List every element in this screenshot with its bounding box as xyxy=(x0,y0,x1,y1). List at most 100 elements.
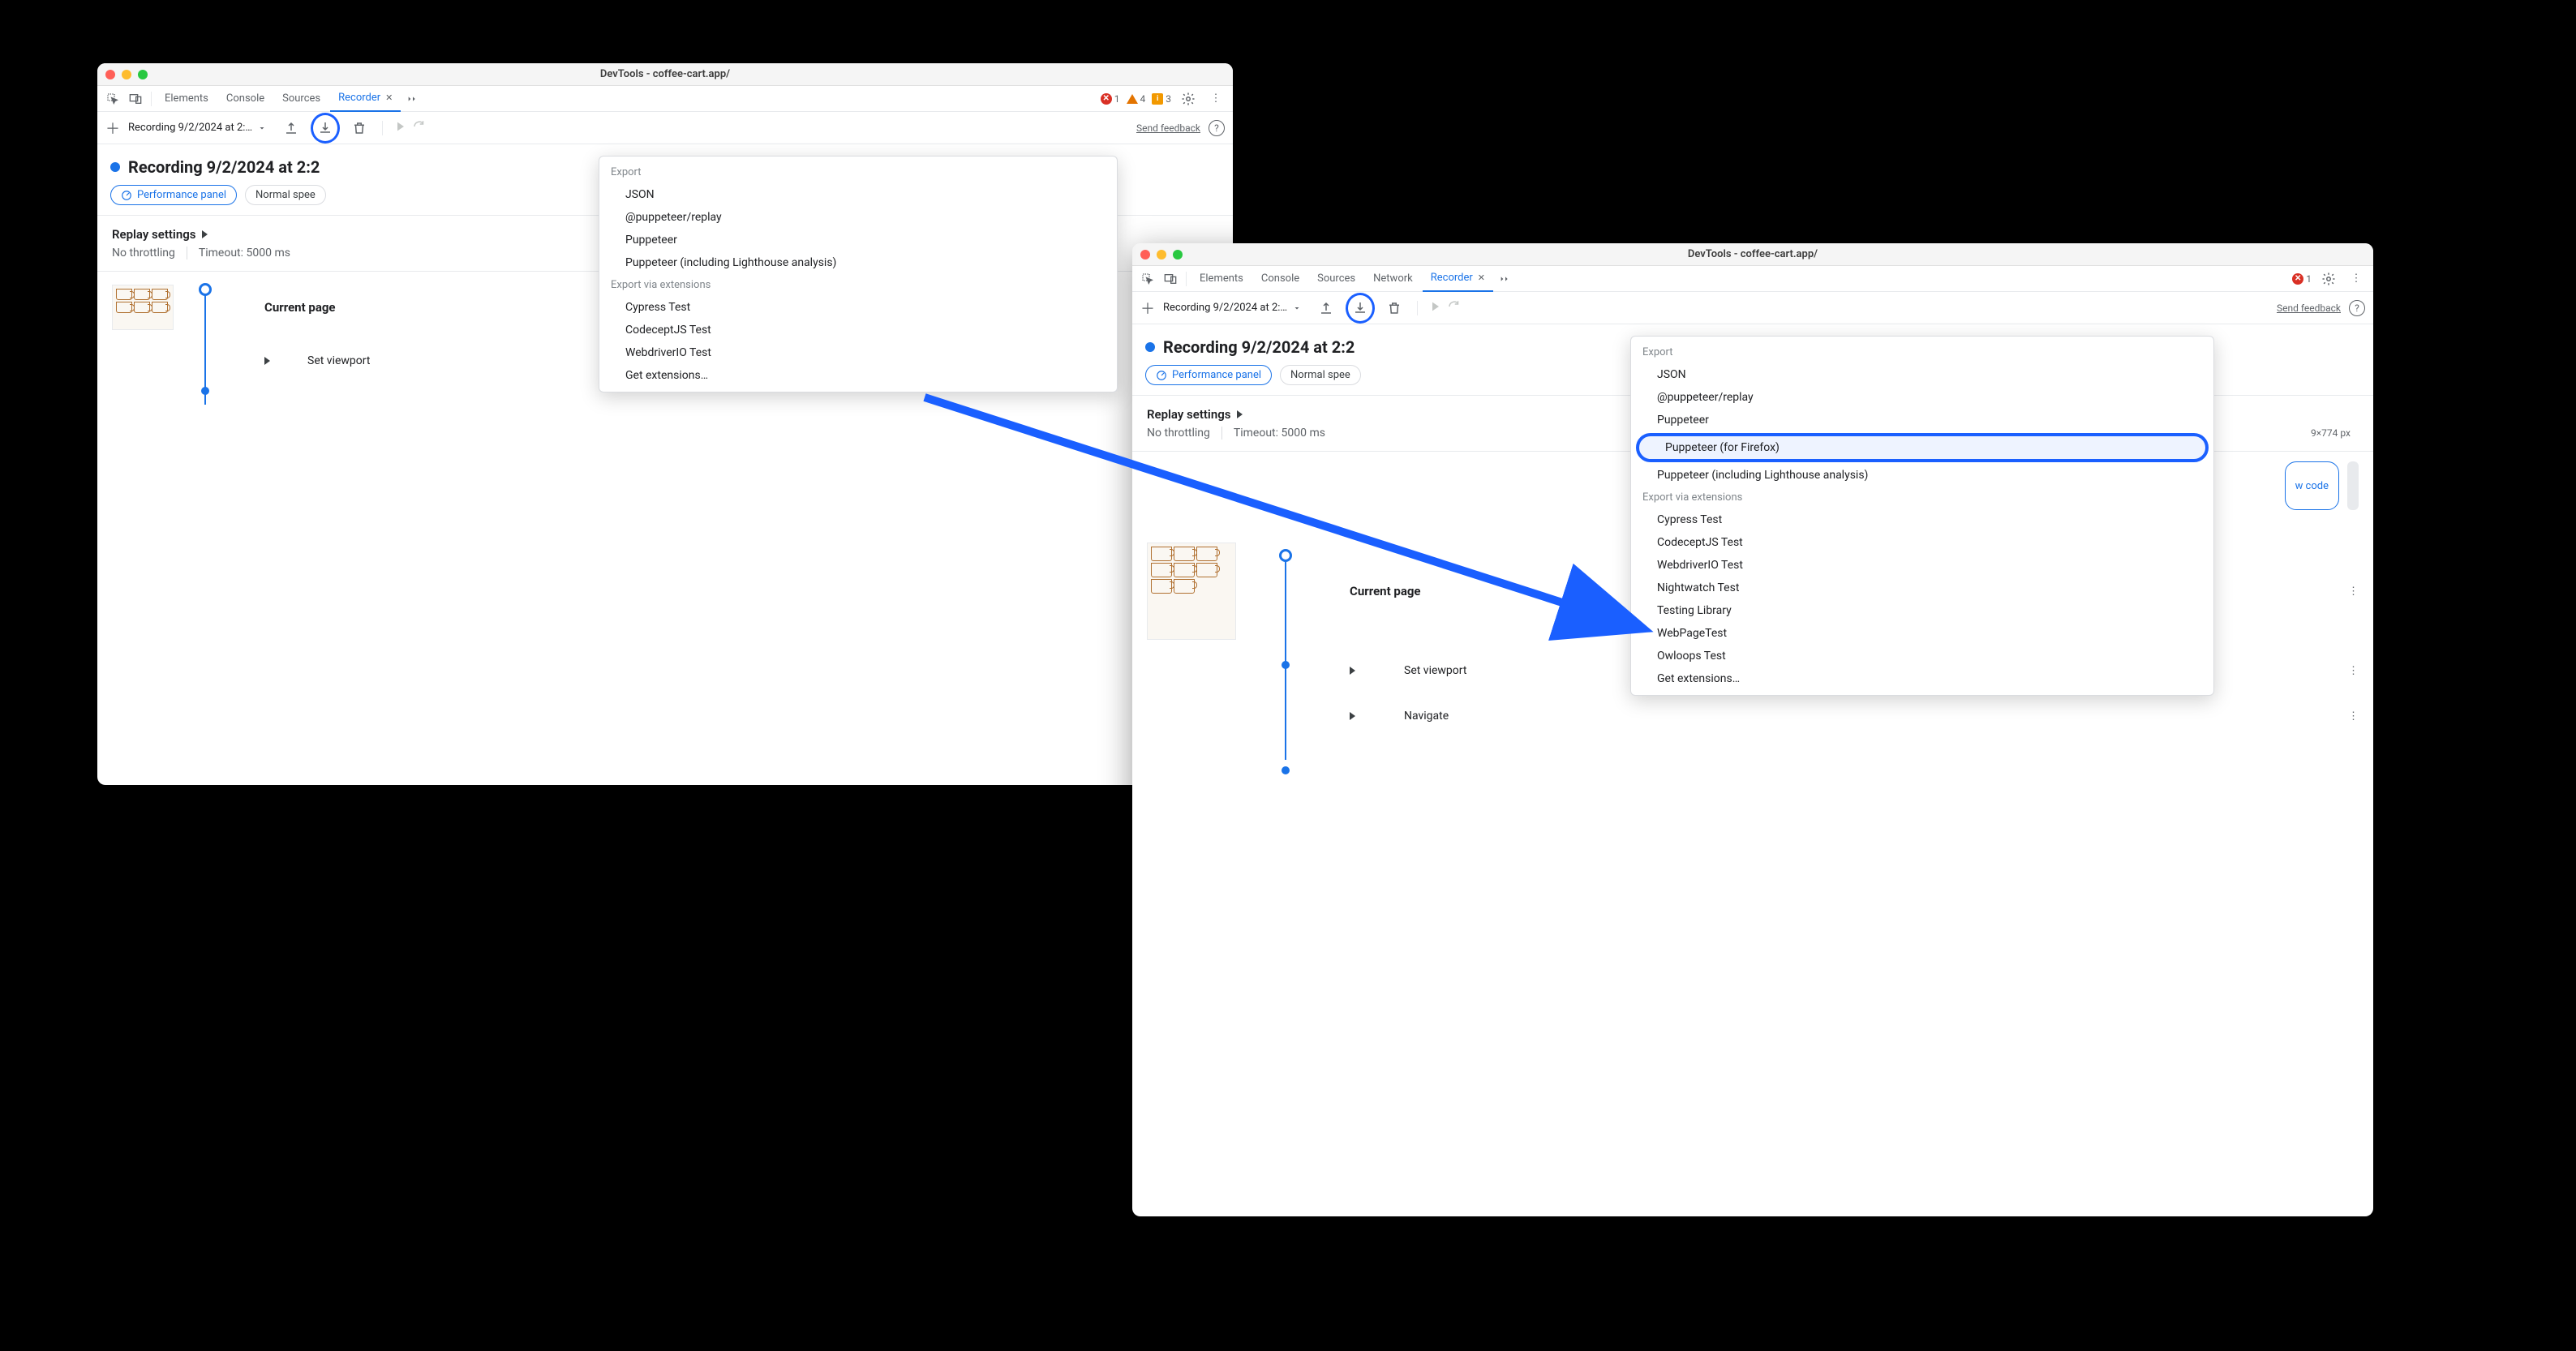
step-over-icon[interactable] xyxy=(412,119,427,137)
tab-console[interactable]: Console xyxy=(1253,266,1307,292)
page-thumbnail xyxy=(112,285,174,330)
tab-recorder[interactable]: Recorder ✕ xyxy=(330,86,401,112)
export-codeceptjs[interactable]: CodeceptJS Test xyxy=(1631,531,2213,554)
send-feedback-link[interactable]: Send feedback xyxy=(1136,122,1200,134)
maximize-window-icon[interactable] xyxy=(1173,250,1183,259)
export-header: Export xyxy=(1631,341,2213,363)
scrollbar[interactable] xyxy=(2347,461,2359,510)
export-puppeteer-firefox[interactable]: Puppeteer (for Firefox) xyxy=(1636,433,2209,462)
recording-select[interactable]: Recording 9/2/2024 at 2:… xyxy=(1163,302,1307,314)
export-owloops[interactable]: Owloops Test xyxy=(1631,645,2213,667)
help-icon[interactable]: ? xyxy=(2349,300,2365,316)
export-puppeteer-replay[interactable]: @puppeteer/replay xyxy=(599,206,1117,229)
errors-count[interactable]: ✕ 1 xyxy=(2292,273,2312,285)
separator xyxy=(151,92,152,106)
info-icon: i xyxy=(1152,93,1163,105)
play-controls xyxy=(394,119,427,137)
recording-select[interactable]: Recording 9/2/2024 at 2:… xyxy=(128,122,272,134)
tab-sources[interactable]: Sources xyxy=(1309,266,1363,292)
new-recording-button[interactable]: ＋ xyxy=(105,118,120,139)
export-webpagetest[interactable]: WebPageTest xyxy=(1631,622,2213,645)
tab-recorder[interactable]: Recorder ✕ xyxy=(1423,266,1493,292)
export-puppeteer-lighthouse[interactable]: Puppeteer (including Lighthouse analysis… xyxy=(1631,464,2213,487)
export-puppeteer-lighthouse[interactable]: Puppeteer (including Lighthouse analysis… xyxy=(599,251,1117,274)
separator xyxy=(1186,272,1187,286)
export-webdriverio[interactable]: WebdriverIO Test xyxy=(1631,554,2213,577)
kebab-menu-icon[interactable]: ⋮ xyxy=(1205,88,1226,109)
recorder-toolbar: ＋ Recording 9/2/2024 at 2:… Send feedbac… xyxy=(1132,292,2373,324)
tab-elements[interactable]: Elements xyxy=(1191,266,1252,292)
export-json[interactable]: JSON xyxy=(599,183,1117,206)
tab-console[interactable]: Console xyxy=(218,86,273,112)
tabstrip: Elements Console Sources Network Recorde… xyxy=(1132,266,2373,292)
error-icon: ✕ xyxy=(1101,93,1112,105)
inspect-element-icon[interactable] xyxy=(102,88,123,109)
export-puppeteer[interactable]: Puppeteer xyxy=(599,229,1117,251)
export-icon[interactable] xyxy=(316,118,334,136)
kebab-menu-icon[interactable]: ⋮ xyxy=(2346,268,2367,290)
device-toolbar-icon[interactable] xyxy=(125,88,146,109)
warning-icon xyxy=(1127,94,1138,104)
more-tabs-icon[interactable] xyxy=(402,88,423,109)
export-cypress[interactable]: Cypress Test xyxy=(1631,508,2213,531)
help-icon[interactable]: ? xyxy=(1209,120,1225,136)
step-kebab-icon[interactable]: ⋮ xyxy=(2348,710,2359,723)
new-recording-button[interactable]: ＋ xyxy=(1140,298,1155,319)
tab-sources[interactable]: Sources xyxy=(274,86,328,112)
tab-elements[interactable]: Elements xyxy=(157,86,217,112)
close-tab-icon[interactable]: ✕ xyxy=(385,92,393,103)
export-puppeteer-replay[interactable]: @puppeteer/replay xyxy=(1631,386,2213,409)
step-navigate[interactable]: Navigate ⋮ xyxy=(1147,710,2359,723)
traffic-lights xyxy=(1140,250,1183,259)
tab-recorder-label: Recorder xyxy=(338,92,380,104)
export-json[interactable]: JSON xyxy=(1631,363,2213,386)
performance-panel-button[interactable]: Performance panel xyxy=(110,185,237,205)
export-header: Export xyxy=(599,161,1117,183)
play-icon[interactable] xyxy=(1429,300,1442,316)
import-icon[interactable] xyxy=(1315,297,1337,320)
delete-icon[interactable] xyxy=(1383,297,1406,320)
maximize-window-icon[interactable] xyxy=(138,70,148,79)
device-toolbar-icon[interactable] xyxy=(1160,268,1181,290)
close-tab-icon[interactable]: ✕ xyxy=(1478,272,1485,283)
pixel-dimensions: 9×774 px xyxy=(2311,427,2359,439)
timeline-dot-small xyxy=(201,387,209,395)
separator xyxy=(1417,301,1418,315)
export-codeceptjs[interactable]: CodeceptJS Test xyxy=(599,319,1117,341)
get-extensions[interactable]: Get extensions… xyxy=(1631,667,2213,690)
close-window-icon[interactable] xyxy=(1140,250,1150,259)
import-icon[interactable] xyxy=(280,117,303,139)
delete-icon[interactable] xyxy=(348,117,371,139)
inspect-element-icon[interactable] xyxy=(1137,268,1158,290)
export-icon[interactable] xyxy=(1351,298,1369,316)
settings-icon[interactable] xyxy=(2318,268,2339,290)
export-cypress[interactable]: Cypress Test xyxy=(599,296,1117,319)
more-tabs-icon[interactable] xyxy=(1495,268,1516,290)
window-title: DevTools - coffee-cart.app/ xyxy=(1132,248,2373,260)
minimize-window-icon[interactable] xyxy=(1157,250,1166,259)
tab-network[interactable]: Network xyxy=(1365,266,1421,292)
export-testing-library[interactable]: Testing Library xyxy=(1631,599,2213,622)
export-puppeteer[interactable]: Puppeteer xyxy=(1631,409,2213,431)
info-count[interactable]: i 3 xyxy=(1152,93,1171,105)
recording-title: Recording 9/2/2024 at 2:2 xyxy=(128,157,320,177)
speed-select[interactable]: Normal spee xyxy=(245,185,326,205)
warnings-count[interactable]: 4 xyxy=(1127,93,1146,105)
show-code-button[interactable]: w code xyxy=(2285,461,2339,510)
errors-count[interactable]: ✕ 1 xyxy=(1101,93,1120,105)
step-kebab-icon[interactable]: ⋮ xyxy=(2348,665,2359,677)
settings-icon[interactable] xyxy=(1178,88,1199,109)
send-feedback-link[interactable]: Send feedback xyxy=(2277,302,2341,314)
export-button-highlight xyxy=(311,113,340,144)
recording-indicator-icon xyxy=(1145,342,1155,352)
play-icon[interactable] xyxy=(394,120,407,136)
minimize-window-icon[interactable] xyxy=(122,70,131,79)
window-title: DevTools - coffee-cart.app/ xyxy=(97,68,1233,80)
step-over-icon[interactable] xyxy=(1447,299,1462,317)
export-nightwatch[interactable]: Nightwatch Test xyxy=(1631,577,2213,599)
step-kebab-icon[interactable]: ⋮ xyxy=(2348,585,2359,598)
close-window-icon[interactable] xyxy=(105,70,115,79)
chevron-right-icon xyxy=(1350,712,1355,720)
chevron-down-icon xyxy=(257,123,267,133)
export-webdriverio[interactable]: WebdriverIO Test xyxy=(599,341,1117,364)
